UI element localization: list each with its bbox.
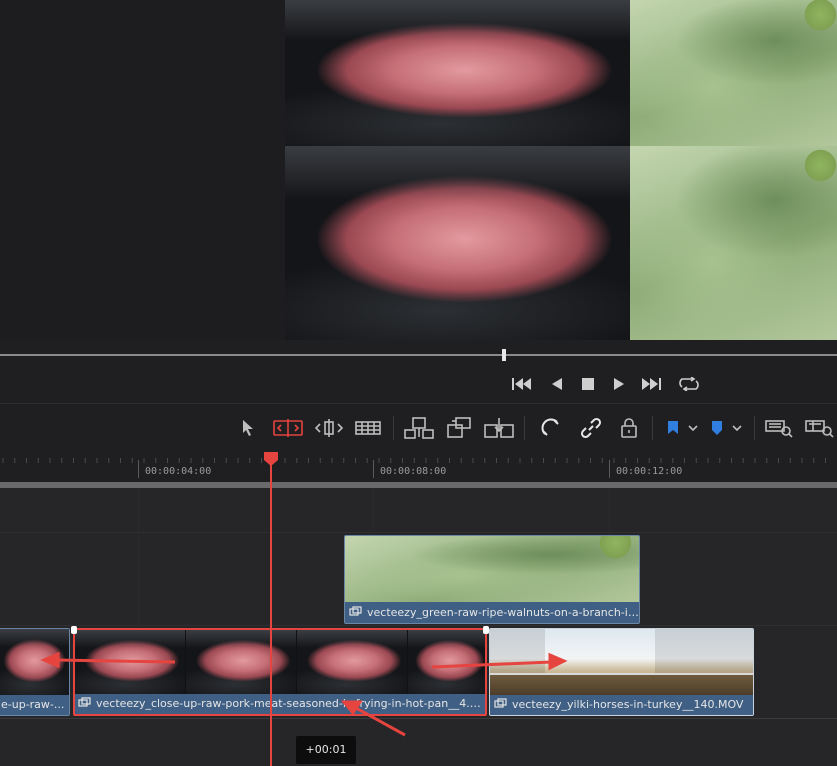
- clip-name: vecteezy_green-raw-ripe-walnuts-on-a-bra…: [367, 606, 639, 619]
- trim-handle-left[interactable]: [71, 626, 77, 634]
- track-divider: [0, 718, 837, 719]
- blade-icon[interactable]: [353, 414, 383, 442]
- clip-thumbnails: [75, 630, 485, 694]
- clip-thumbnails: [0, 629, 69, 695]
- viewer-frame-walnut-top: [630, 0, 837, 146]
- playhead-line[interactable]: [270, 462, 272, 766]
- stop-icon[interactable]: [577, 374, 599, 394]
- loop-icon[interactable]: [678, 374, 700, 394]
- clip-thumbnail: [408, 630, 485, 694]
- clip-thumbnails: [345, 536, 639, 602]
- clip-thumbnail: [186, 630, 296, 694]
- viewer-frame-walnut-bottom: [630, 146, 837, 340]
- viewer-scrubber-bar[interactable]: [0, 354, 837, 356]
- ruler-major-tick: [373, 460, 374, 478]
- viewer-scrubber-handle[interactable]: [502, 349, 506, 361]
- skip-to-start-icon[interactable]: [511, 374, 533, 394]
- clip-thumbnail-ground: [490, 673, 753, 697]
- playhead-handle[interactable]: [263, 452, 279, 466]
- zoom-full-icon[interactable]: [763, 414, 795, 442]
- toolbar-separator: [652, 416, 653, 440]
- overwrite-clip-icon[interactable]: [444, 414, 474, 442]
- clip-name: vecteezy_close-up-raw-pork-meat-seasoned…: [96, 697, 485, 710]
- ruler-timecode: 00:00:12:00: [616, 466, 683, 477]
- clip-label: vecteezy_yilki-horses-in-turkey__140.MOV: [490, 695, 753, 715]
- snapping-icon[interactable]: [536, 414, 566, 442]
- position-lock-icon[interactable]: [616, 414, 642, 442]
- flag-icon[interactable]: [664, 414, 700, 442]
- source-viewer-empty: [0, 0, 285, 340]
- viewer-frame-meat-bottom: [285, 146, 630, 340]
- selection-arrow-icon[interactable]: [238, 414, 258, 442]
- ruler-major-tick: [138, 460, 139, 478]
- timeline-tracks-area[interactable]: [0, 488, 837, 766]
- clip-label: vecteezy_close-up-raw-pork-meat-seasoned…: [75, 694, 485, 714]
- panel-divider: [0, 403, 837, 404]
- clip-label: e-up-raw-...: [0, 695, 69, 715]
- toolbar-separator: [524, 416, 525, 440]
- replace-clip-icon[interactable]: [482, 414, 516, 442]
- clip-thumbnail: [75, 630, 185, 694]
- video-clip-icon: [349, 603, 363, 623]
- track-divider: [0, 625, 837, 626]
- zoom-detail-icon[interactable]: [803, 414, 837, 442]
- linked-selection-icon[interactable]: [576, 414, 606, 442]
- trim-edit-icon[interactable]: [272, 414, 304, 442]
- ruler-timecode: 00:00:04:00: [145, 466, 212, 477]
- ruler-timecode: 00:00:08:00: [380, 466, 447, 477]
- trim-offset-tooltip: +00:01: [296, 736, 356, 764]
- skip-to-end-icon[interactable]: [640, 374, 662, 394]
- timeline-clip-pork-partial[interactable]: e-up-raw-...: [0, 628, 70, 716]
- viewer-frame-meat-top: [285, 0, 630, 146]
- toolbar-separator: [393, 416, 394, 440]
- play-icon[interactable]: [608, 374, 630, 394]
- track-divider: [0, 532, 837, 533]
- timeline-clip-horses[interactable]: vecteezy_yilki-horses-in-turkey__140.MOV: [489, 628, 754, 716]
- insert-clip-icon[interactable]: [402, 414, 436, 442]
- timeline-clip-pork-selected[interactable]: vecteezy_close-up-raw-pork-meat-seasoned…: [73, 628, 487, 716]
- clip-thumbnails: [490, 629, 753, 697]
- ruler-major-tick: [609, 460, 610, 478]
- video-clip-icon: [78, 694, 92, 714]
- toolbar-separator: [754, 416, 755, 440]
- clip-thumbnail: [297, 630, 407, 694]
- dynamic-trim-icon[interactable]: [314, 414, 344, 442]
- clip-name: e-up-raw-...: [1, 698, 65, 711]
- marker-icon[interactable]: [708, 414, 744, 442]
- play-reverse-icon[interactable]: [546, 374, 568, 394]
- video-clip-icon: [494, 695, 508, 715]
- clip-name: vecteezy_yilki-horses-in-turkey__140.MOV: [512, 698, 744, 711]
- timeline-clip-walnuts[interactable]: vecteezy_green-raw-ripe-walnuts-on-a-bra…: [344, 535, 640, 624]
- clip-label: vecteezy_green-raw-ripe-walnuts-on-a-bra…: [345, 603, 639, 623]
